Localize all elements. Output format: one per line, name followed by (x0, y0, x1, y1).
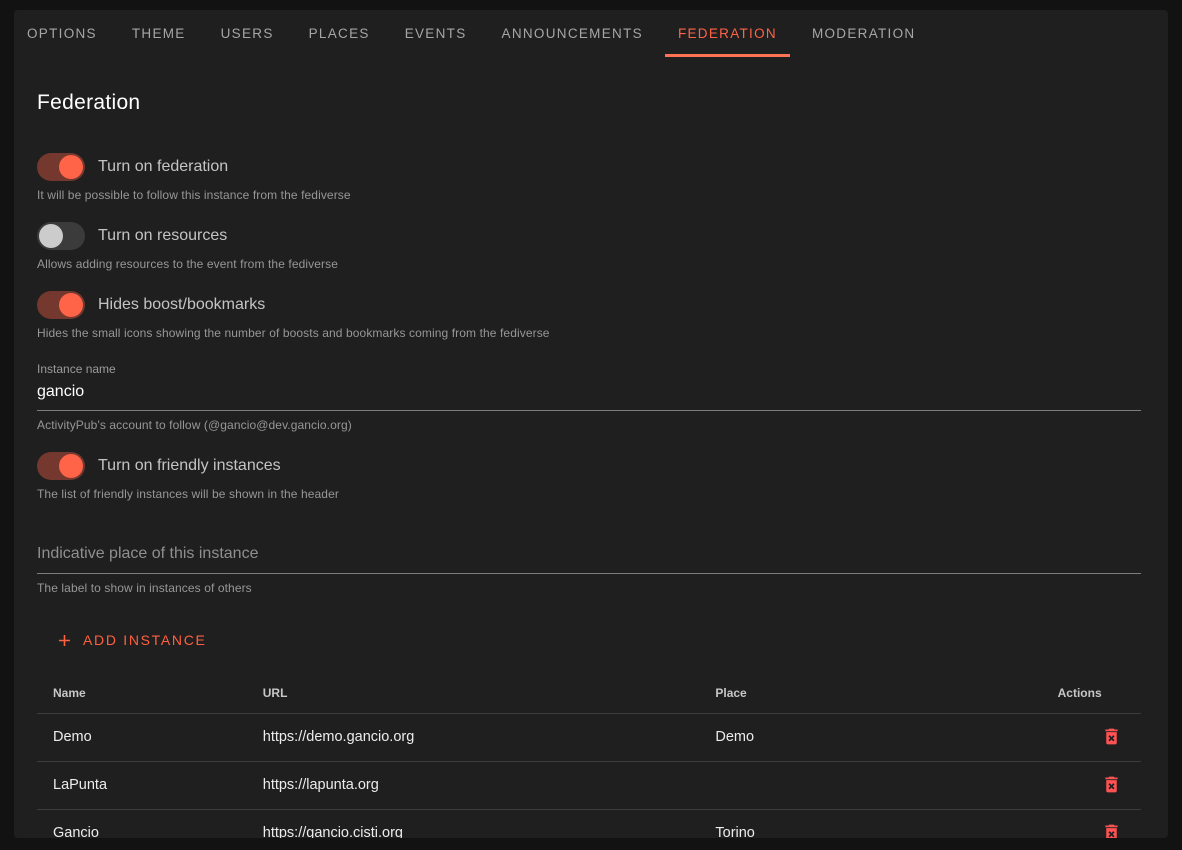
federation-toggle[interactable] (37, 153, 85, 181)
tab-moderation[interactable]: MODERATION (799, 10, 929, 57)
tab-announcements[interactable]: ANNOUNCEMENTS (489, 10, 656, 57)
table-row: Demo https://demo.gancio.org Demo (37, 713, 1141, 761)
hide-boost-toggle-hint: Hides the small icons showing the number… (37, 326, 1141, 340)
delete-instance-button[interactable] (1098, 723, 1125, 750)
instance-name-cell: Gancio (37, 809, 247, 838)
hide-boost-toggle[interactable] (37, 291, 85, 319)
setting-friendly-instances: Turn on friendly instances The list of f… (37, 452, 1141, 501)
friendly-instances-toggle-hint: The list of friendly instances will be s… (37, 487, 1141, 501)
column-header-name: Name (37, 673, 247, 713)
friendly-instances-toggle-label: Turn on friendly instances (98, 457, 281, 475)
instance-name-input[interactable] (37, 378, 1141, 411)
instance-place-hint: The label to show in instances of others (37, 581, 1141, 595)
page-title: Federation (37, 91, 1141, 115)
tab-users[interactable]: USERS (208, 10, 287, 57)
admin-tabbar: OPTIONS THEME USERS PLACES EVENTS ANNOUN… (14, 10, 1168, 57)
hide-boost-toggle-label: Hides boost/bookmarks (98, 296, 265, 314)
column-header-place: Place (699, 673, 1041, 713)
resources-toggle-label: Turn on resources (98, 227, 227, 245)
table-row: Gancio https://gancio.cisti.org Torino (37, 809, 1141, 838)
table-header-row: Name URL Place Actions (37, 673, 1141, 713)
instance-place-field: The label to show in instances of others (37, 537, 1141, 595)
tab-events[interactable]: EVENTS (392, 10, 480, 57)
tab-federation[interactable]: FEDERATION (665, 10, 790, 57)
setting-federation: Turn on federation It will be possible t… (37, 153, 1141, 202)
admin-panel-card: OPTIONS THEME USERS PLACES EVENTS ANNOUN… (14, 10, 1168, 838)
friendly-instances-toggle[interactable] (37, 452, 85, 480)
instance-url-cell: https://gancio.cisti.org (247, 809, 700, 838)
add-instance-button-label: ADD INSTANCE (83, 632, 207, 648)
instance-url-cell: https://demo.gancio.org (247, 713, 700, 761)
tab-places[interactable]: PLACES (296, 10, 383, 57)
federation-toggle-label: Turn on federation (98, 158, 228, 176)
instance-name-label: Instance name (37, 362, 1141, 376)
resources-toggle[interactable] (37, 222, 85, 250)
table-row: LaPunta https://lapunta.org (37, 761, 1141, 809)
toggle-thumb (39, 224, 63, 248)
column-header-url: URL (247, 673, 700, 713)
plus-icon (55, 631, 74, 650)
toggle-thumb (59, 454, 83, 478)
toggle-thumb (59, 293, 83, 317)
toggle-thumb (59, 155, 83, 179)
federation-toggle-hint: It will be possible to follow this insta… (37, 188, 1141, 202)
instance-place-cell: Torino (699, 809, 1041, 838)
setting-resources: Turn on resources Allows adding resource… (37, 222, 1141, 271)
delete-forever-icon (1101, 831, 1122, 838)
delete-instance-button[interactable] (1098, 771, 1125, 798)
instance-name-cell: LaPunta (37, 761, 247, 809)
instance-name-field: Instance name ActivityPub's account to f… (37, 362, 1141, 432)
instance-url-cell: https://lapunta.org (247, 761, 700, 809)
federation-settings-panel: Federation Turn on federation It will be… (14, 91, 1168, 838)
instance-name-hint: ActivityPub's account to follow (@gancio… (37, 418, 1141, 432)
trusted-instances-table: Name URL Place Actions Demo https://demo… (37, 673, 1141, 838)
resources-toggle-hint: Allows adding resources to the event fro… (37, 257, 1141, 271)
delete-instance-button[interactable] (1098, 819, 1125, 838)
column-header-actions: Actions (1042, 673, 1141, 713)
add-instance-button[interactable]: ADD INSTANCE (51, 623, 211, 657)
instance-place-input[interactable] (37, 537, 1141, 574)
tab-options[interactable]: OPTIONS (14, 10, 110, 57)
delete-forever-icon (1101, 783, 1122, 798)
delete-forever-icon (1101, 735, 1122, 750)
tab-theme[interactable]: THEME (119, 10, 199, 57)
setting-hide-boost: Hides boost/bookmarks Hides the small ic… (37, 291, 1141, 340)
instance-name-cell: Demo (37, 713, 247, 761)
instance-place-cell (699, 761, 1041, 809)
instance-place-cell: Demo (699, 713, 1041, 761)
